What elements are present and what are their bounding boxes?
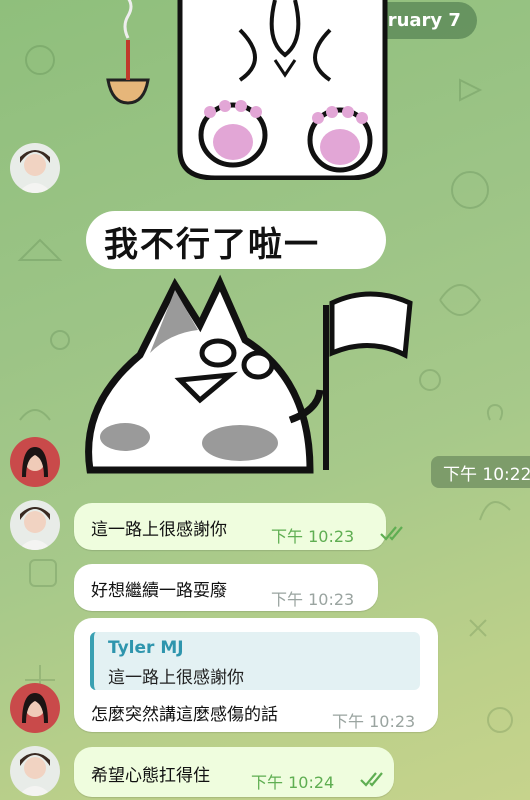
message-text: 希望心態扛得住	[91, 766, 210, 786]
sticker-caption: 我不行了啦一	[104, 225, 320, 265]
reply-text: 這一路上很感謝你	[108, 668, 244, 688]
avatar-contact[interactable]	[10, 746, 60, 796]
read-receipt-icon	[360, 772, 383, 787]
avatar-contact[interactable]	[10, 500, 60, 550]
message-bubble[interactable]: 這一路上很感謝你 下午 10:23	[74, 503, 403, 550]
avatar-user[interactable]	[10, 683, 60, 733]
sticker-cat-paws[interactable]	[100, 0, 390, 180]
read-receipt-icon	[380, 526, 403, 541]
message-time: 下午 10:23	[271, 527, 355, 546]
message-time: 下午 10:23	[271, 590, 355, 609]
sticker-white-flag-cat[interactable]: 我不行了啦一	[80, 205, 430, 475]
message-bubble[interactable]: 好想繼續一路耍廢 下午 10:23	[74, 564, 378, 611]
message-time: 下午 10:24	[251, 773, 335, 792]
avatar-user[interactable]	[10, 437, 60, 487]
message-text: 怎麼突然講這麼感傷的話	[91, 705, 278, 725]
reply-quote[interactable]: Tyler MJ 這一路上很感謝你	[90, 632, 420, 690]
message-time: 下午 10:23	[332, 712, 416, 731]
message-text: 這一路上很感謝你	[91, 520, 227, 540]
message-bubble[interactable]: 希望心態扛得住 下午 10:24	[74, 747, 394, 797]
message-bubble-reply[interactable]: Tyler MJ 這一路上很感謝你 怎麼突然講這麼感傷的話 下午 10:23	[74, 618, 438, 732]
outgoing-message-time: 下午 10:22	[431, 456, 530, 488]
reply-author: Tyler MJ	[108, 638, 184, 658]
message-text: 好想繼續一路耍廢	[91, 581, 227, 601]
avatar-contact[interactable]	[10, 143, 60, 193]
